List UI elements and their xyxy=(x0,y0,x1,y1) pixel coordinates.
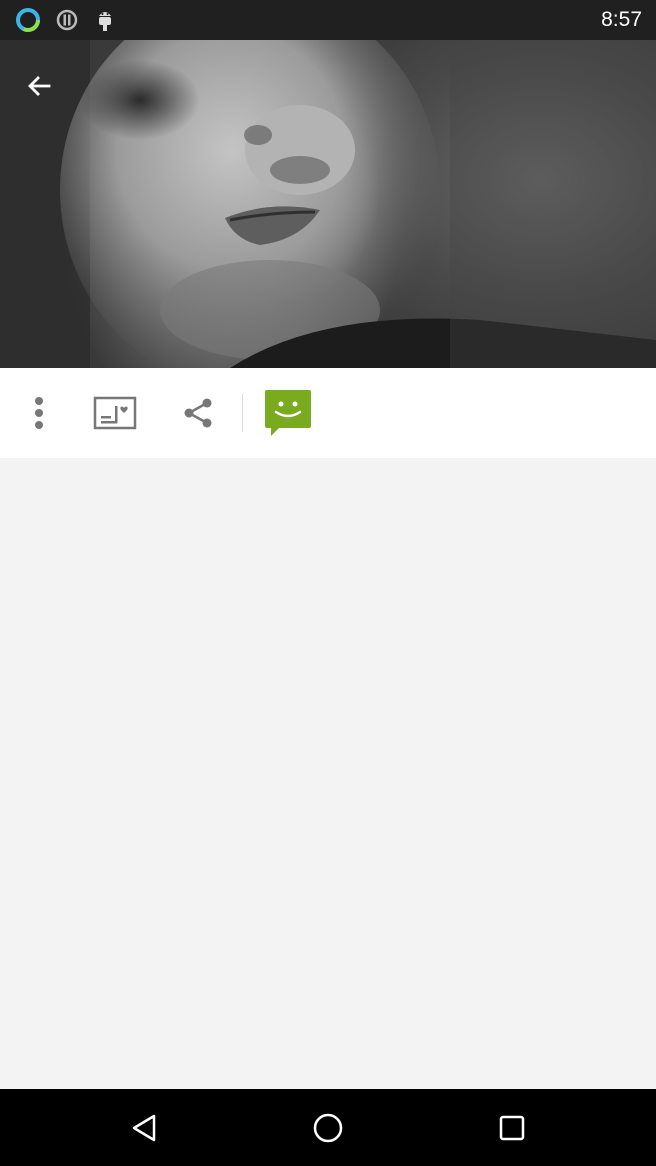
navigation-bar xyxy=(0,1089,656,1166)
postcard-icon xyxy=(93,396,137,430)
recents-square-icon xyxy=(499,1115,525,1141)
share-button[interactable] xyxy=(175,388,221,438)
android-debug-icon xyxy=(91,6,119,34)
action-toolbar xyxy=(0,368,656,458)
back-button[interactable] xyxy=(18,65,60,107)
share-icon xyxy=(184,398,212,428)
back-triangle-icon xyxy=(132,1114,156,1142)
toolbar-divider xyxy=(242,394,243,432)
face-image xyxy=(0,40,656,368)
postcard-button[interactable] xyxy=(90,388,140,438)
chat-button[interactable] xyxy=(262,388,314,438)
nav-back-button[interactable] xyxy=(116,1103,172,1153)
chat-smile-icon xyxy=(265,390,311,436)
status-time: 8:57 xyxy=(601,8,642,31)
profile-photo xyxy=(0,40,656,368)
data-saver-icon xyxy=(53,6,81,34)
home-circle-icon xyxy=(313,1113,343,1143)
content-area xyxy=(0,458,656,1089)
nav-home-button[interactable] xyxy=(300,1103,356,1153)
more-options-button[interactable] xyxy=(18,388,60,438)
status-bar: 8:57 xyxy=(0,0,656,40)
more-vert-icon xyxy=(35,397,43,429)
arrow-back-icon xyxy=(28,76,51,96)
nav-recents-button[interactable] xyxy=(484,1103,540,1153)
ring-status-icon xyxy=(14,6,42,34)
